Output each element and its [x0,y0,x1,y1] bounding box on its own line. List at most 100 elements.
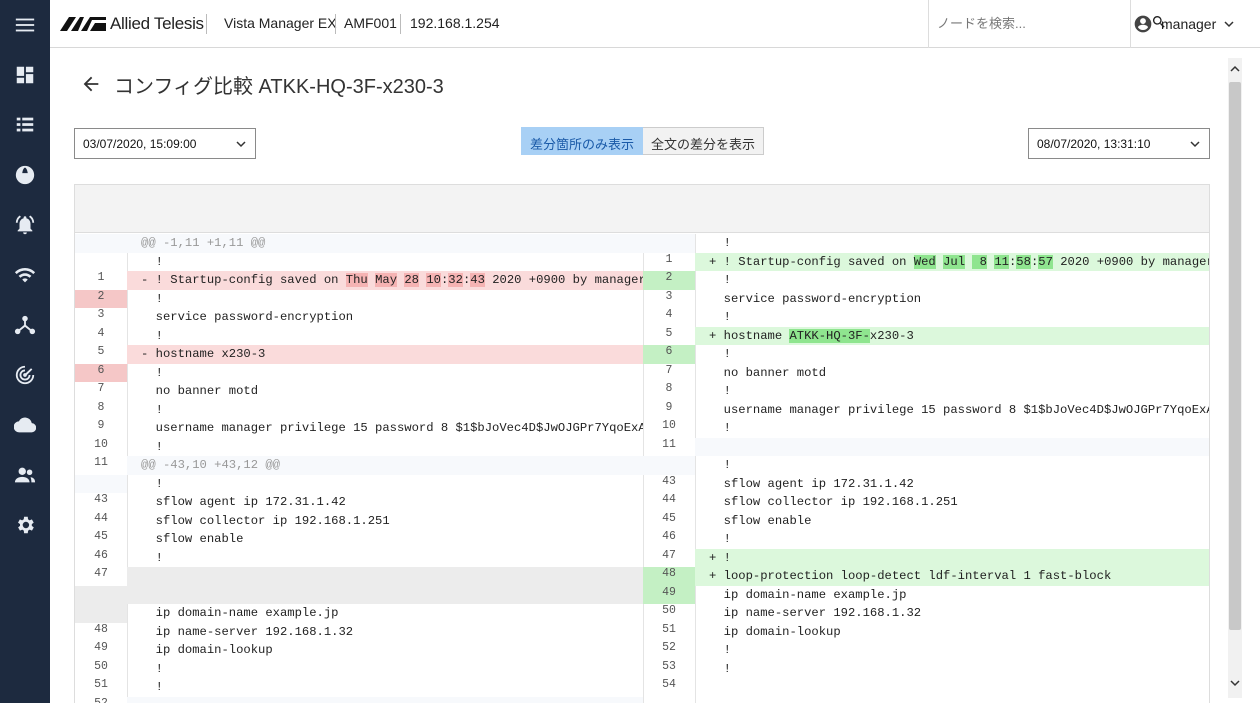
diff-row: 8 ! 9 username manager privilege 15 pass… [75,400,1210,420]
diff-line-right: ! [709,347,731,361]
right-date-value: 08/07/2020, 13:31:10 [1037,137,1151,151]
line-number: 11 [94,456,108,469]
left-date-select[interactable]: 03/07/2020, 15:09:00 [74,128,256,159]
line-number: 8 [97,400,105,414]
right-date-select[interactable]: 08/07/2020, 13:31:10 [1028,128,1210,159]
diff-line-left: sflow agent ip 172.31.1.42 [141,495,346,509]
diff-line-right: no banner motd [709,365,827,380]
line-number: 49 [94,641,108,654]
line-number: 50 [94,659,108,673]
diff-line-left-removed: - ! Startup-config saved on Thu May 28 1… [127,271,643,290]
line-number: 3 [97,308,105,321]
alarm-icon[interactable] [0,205,50,245]
app-name: Vista Manager EX [224,15,337,31]
line-number: 45 [94,530,108,543]
diff-line-left: ! [141,680,163,694]
diff-line-right: ! [709,661,731,676]
diff-line-left: ! [141,439,163,454]
diff-line-right: sflow collector ip 192.168.1.251 [709,495,958,509]
diff-row: 49 ip domain-lookup 52 ! [75,641,1209,660]
radar-icon[interactable] [0,355,50,395]
chevron-down-icon [236,141,246,148]
line-number: 9 [665,400,673,414]
list-icon[interactable] [0,105,50,145]
line-number: 50 [662,604,676,617]
topology-icon[interactable] [0,305,50,345]
line-number: 4 [665,308,673,321]
line-number: 5 [665,326,673,340]
settings-icon[interactable] [0,505,50,545]
line-number: 44 [94,511,108,525]
diff-line-right-added: + loop-protection loop-detect ldf-interv… [695,567,1209,586]
search-input[interactable] [937,12,1137,34]
diff-row: 46 ! 47 + ! [75,548,1209,567]
toggle-full-diff[interactable]: 全文の差分を表示 [643,127,765,155]
diff-line-left: username manager privilege 15 password 8… [141,421,643,435]
line-number: 47 [662,548,676,562]
diff-row: 3 service password-encryption 4 ! [75,308,1209,327]
toggle-diff-only[interactable]: 差分箇所のみ表示 [521,127,644,155]
header-divider [335,14,336,34]
diff-line-left: no banner motd [141,384,259,398]
globe-icon[interactable] [0,155,50,195]
diff-row: 10 ! 11 [75,437,1209,456]
diff-line-left: ! [141,661,163,676]
user-menu[interactable]: manager [1130,0,1250,48]
line-number: 51 [94,678,108,691]
users-icon[interactable] [0,455,50,495]
line-number: 44 [662,493,676,506]
line-number: 54 [662,678,676,691]
cloud-icon[interactable] [0,405,50,445]
diff-hunk-row: @@ -1,11 +1,11 @@ ! [75,234,1209,253]
diff-line-right: ip domain-lookup [709,624,841,639]
diff-line-right: ! [709,421,731,435]
diff-line-right-added: + hostname ATKK-HQ-3F-x230-3 [695,326,1209,345]
diff-line-right: username manager privilege 15 password 8… [709,402,1210,417]
wifi-icon[interactable] [0,255,50,295]
diff-line-left-empty [127,567,643,586]
back-arrow-icon[interactable] [80,73,102,95]
brand-logo[interactable]: Allied Telesis [60,12,204,36]
diff-line-right: sflow agent ip 172.31.1.42 [709,476,914,491]
line-number: 10 [662,419,676,432]
diff-line-right: ip domain-name example.jp [709,587,907,602]
line-number: 47 [94,567,108,580]
scrollbar-thumb[interactable] [1229,82,1241,630]
diff-panel-header [75,185,1209,233]
line-number: 2 [75,289,127,308]
device-ip: 192.168.1.254 [410,15,500,31]
scroll-down-icon[interactable] [1229,676,1241,690]
diff-row: 49 ip domain-name example.jp [75,585,1209,604]
account-icon [1134,15,1152,33]
diff-line-left: ! [141,291,163,306]
diff-row: 7 no banner motd 8 ! [75,382,1209,401]
diff-row: 1 - ! Startup-config saved on Thu May 28… [75,271,1209,290]
line-number: 7 [665,363,673,377]
diff-line-right: ip name-server 192.168.1.32 [709,606,922,620]
line-number: 51 [662,622,676,636]
diff-line-left: ! [141,254,163,269]
menu-icon[interactable] [0,5,50,45]
line-number: 8 [665,382,673,395]
dashboard-icon[interactable] [0,55,50,95]
diff-line-right: ! [709,236,731,250]
line-number: 46 [662,530,676,543]
diff-row: ! 1 + ! Startup-config saved on Wed Jul … [75,252,1209,271]
brand-name: Allied Telesis [110,14,204,33]
diff-row: 44 sflow collector ip 192.168.1.251 45 s… [75,511,1209,531]
diff-hunk-row: 11 @@ -43,10 +43,12 @@ ! [75,456,1209,475]
line-number: 9 [97,419,105,432]
diff-line-left: ip domain-name example.jp [141,606,339,620]
diff-line-left: ip domain-lookup [141,643,273,657]
diff-row: 4 ! 5 + hostname ATKK-HQ-3F-x230-3 [75,326,1209,345]
diff-line-left: ! [141,365,163,380]
line-number: 48 [643,567,695,586]
line-number: 11 [662,437,676,451]
line-number: 5 [97,345,105,358]
diff-line-right: ! [709,643,731,657]
left-date-value: 03/07/2020, 15:09:00 [83,137,197,151]
line-number: 48 [94,622,108,636]
hunk-header: @@ -1,11 +1,11 @@ [127,234,643,253]
scroll-up-icon[interactable] [1229,62,1241,76]
line-number: 4 [97,326,105,340]
